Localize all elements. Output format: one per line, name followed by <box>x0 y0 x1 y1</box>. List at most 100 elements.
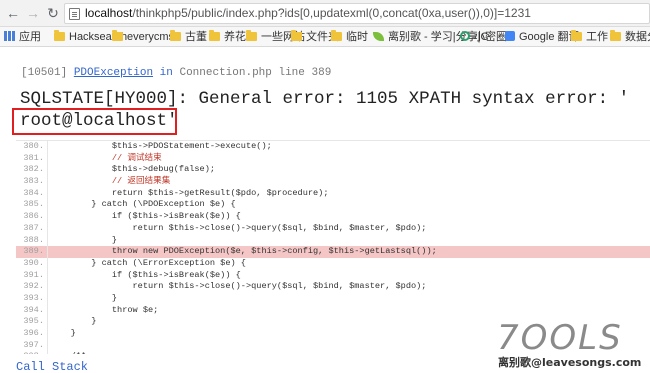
address-bar-row: ← → ↻ localhost/thinkphp5/public/index.p… <box>0 0 650 27</box>
bookmark-item[interactable]: 数据分析 <box>610 29 650 45</box>
code-text: // 调试结束 <box>50 152 162 163</box>
line-number: 397. <box>16 339 48 352</box>
bookmark-item[interactable]: Google 翻译 <box>505 29 580 45</box>
bookmark-label: 临时 <box>346 31 368 43</box>
forward-arrow-icon[interactable]: → <box>24 4 42 22</box>
folder-icon <box>331 29 342 41</box>
bookmark-label: 养花 <box>224 31 246 43</box>
code-text: } <box>50 328 76 338</box>
line-number: 382. <box>16 164 48 177</box>
bookmark-label: 小密圈 <box>474 31 507 43</box>
watermark-logo: 7OOLS <box>497 318 623 358</box>
url-text: localhost/thinkphp5/public/index.php?ids… <box>85 6 531 20</box>
exception-link[interactable]: PDOException <box>74 67 153 79</box>
code-text: // 返回结果集 <box>50 176 171 187</box>
error-header: [10501] PDOException in Connection.php l… <box>21 67 331 79</box>
code-text: } catch (\ErrorException $e) { <box>50 257 246 268</box>
folder-icon <box>291 29 302 41</box>
code-line: 390. } catch (\ErrorException $e) { <box>16 257 650 270</box>
page-icon <box>69 8 80 20</box>
back-arrow-icon[interactable]: ← <box>4 4 22 22</box>
folder-icon <box>209 29 220 41</box>
line-number: 390. <box>16 257 48 270</box>
line-number: 381. <box>16 152 48 165</box>
in-word: in <box>159 67 173 79</box>
apps-grid-icon <box>4 31 15 42</box>
ring-icon <box>460 31 470 42</box>
code-text: return $this->getResult($pdo, $procedure… <box>50 187 329 198</box>
line-number: 398. <box>16 351 48 354</box>
url-input[interactable]: localhost/thinkphp5/public/index.php?ids… <box>64 3 650 24</box>
code-line: 392. return $this->close()->query($sql, … <box>16 281 650 293</box>
bookmark-item[interactable]: 临时 <box>331 29 368 45</box>
bookmark-label: 应用 <box>19 31 41 43</box>
watermark-text: 离别歌@leavesongs.com <box>498 356 642 369</box>
bookmark-label: everycms <box>127 31 175 43</box>
code-line: 393. } <box>16 292 650 305</box>
bookmarks-bar: 应用 Hacksearch everycms 古董 养花 一些网站 文件夹 临时 离别歌 - 学… <box>0 27 650 47</box>
line-number: 380. <box>16 141 48 153</box>
code-text: if ($this->isBreak($e)) { <box>50 269 241 280</box>
code-line: 391. if ($this->isBreak($e)) { <box>16 269 650 282</box>
code-line: 380. $this->PDOStatement->execute(); <box>16 141 650 153</box>
folder-icon <box>170 29 181 41</box>
reload-icon[interactable]: ↻ <box>44 4 62 22</box>
line-number: 396. <box>16 328 48 340</box>
line-number: 386. <box>16 211 48 223</box>
code-text: return $this->close()->query($sql, $bind… <box>50 222 427 233</box>
code-line: 384. return $this->getResult($pdo, $proc… <box>16 187 650 200</box>
code-line: 387. return $this->close()->query($sql, … <box>16 222 650 235</box>
annotation-box <box>12 108 177 135</box>
line-number: 389. <box>16 246 48 258</box>
folder-icon <box>54 29 65 41</box>
line-number: 385. <box>16 199 48 212</box>
code-line: 388. } <box>16 234 650 247</box>
line-number: 395. <box>16 316 48 329</box>
site-icon <box>373 31 384 41</box>
code-text: } <box>50 234 118 245</box>
code-line: 385. } catch (\PDOException $e) { <box>16 199 650 212</box>
bookmark-item[interactable]: 古董 <box>170 29 207 45</box>
bookmark-item[interactable]: 小密圈 <box>460 29 507 45</box>
error-message-line1: SQLSTATE[HY000]: General error: 1105 XPA… <box>20 89 630 109</box>
code-text: $this->debug(false); <box>50 164 216 175</box>
highlighted-code-line: 389. throw new PDOException($e, $this->c… <box>16 246 650 258</box>
code-text: } catch (\PDOException $e) { <box>50 199 236 210</box>
code-line: 394. throw $e; <box>16 304 650 317</box>
error-code: [10501] <box>21 67 68 79</box>
code-text: if ($this->isBreak($e)) { <box>50 211 241 222</box>
line-number: 384. <box>16 187 48 200</box>
bookmark-item[interactable]: 工作 <box>571 29 608 45</box>
line-number: 388. <box>16 234 48 247</box>
folder-icon <box>571 29 582 41</box>
line-number: 391. <box>16 269 48 282</box>
line-number: 394. <box>16 304 48 317</box>
bookmark-item[interactable]: 养花 <box>209 29 246 45</box>
folder-icon <box>112 29 123 41</box>
line-number: 387. <box>16 222 48 235</box>
code-text: } <box>50 292 118 303</box>
bookmark-item[interactable]: everycms <box>112 29 174 45</box>
line-number: 392. <box>16 281 48 293</box>
code-line: 383. // 返回结果集 <box>16 176 650 188</box>
code-text: /** <box>50 351 86 354</box>
bookmark-item[interactable]: 应用 <box>4 29 41 45</box>
code-line: 381. // 调试结束 <box>16 152 650 165</box>
code-text: } <box>50 316 97 327</box>
bookmark-label: 工作 <box>586 31 608 43</box>
bookmark-label: 古董 <box>185 31 207 43</box>
line-number: 393. <box>16 292 48 305</box>
folder-icon <box>610 29 621 41</box>
bookmark-label: 数据分析 <box>625 31 650 43</box>
call-stack-heading[interactable]: Call Stack <box>16 360 88 373</box>
error-location: Connection.php line 389 <box>179 67 332 79</box>
code-text: throw new PDOException($e, $this->config… <box>50 246 437 257</box>
code-line: 382. $this->debug(false); <box>16 164 650 177</box>
folder-icon <box>246 29 257 41</box>
code-text: throw $e; <box>50 304 159 315</box>
google-translate-icon <box>505 31 515 42</box>
code-text: $this->PDOStatement->execute(); <box>50 141 272 151</box>
code-text: return $this->close()->query($sql, $bind… <box>50 281 427 292</box>
code-line: 386. if ($this->isBreak($e)) { <box>16 211 650 223</box>
line-number: 383. <box>16 176 48 188</box>
